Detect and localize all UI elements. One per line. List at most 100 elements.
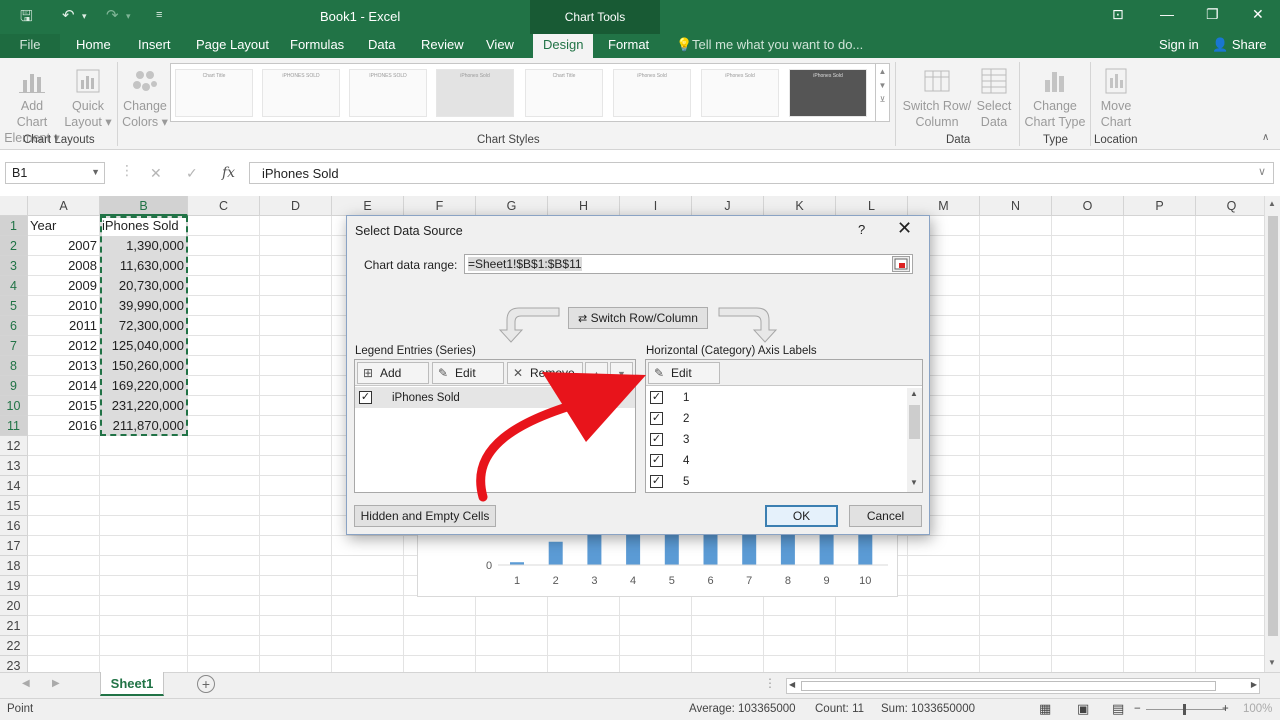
tab-insert[interactable]: Insert [138,37,171,52]
cell-b11[interactable]: 211,870,000 [100,416,187,436]
row-header-15[interactable]: 15 [0,496,28,516]
column-header-o[interactable]: O [1052,196,1124,216]
axis-item-checkbox[interactable]: ✓ [650,433,663,446]
horizontal-scroll-thumb[interactable] [801,681,1216,691]
axis-scroll-down-icon[interactable]: ▼ [910,478,918,487]
name-box-dropdown-icon[interactable]: ▼ [91,167,100,177]
column-header-d[interactable]: D [260,196,332,216]
quick-layout-button[interactable]: Quick Layout ▾ [64,66,112,130]
series-checkbox[interactable]: ✓ [359,391,372,404]
row-header-6[interactable]: 6 [0,316,28,336]
dialog-close-icon[interactable]: ✕ [897,218,912,239]
chart-bar[interactable] [819,530,834,565]
row-header-22[interactable]: 22 [0,636,28,656]
axis-item-checkbox[interactable]: ✓ [650,475,663,488]
redo-icon[interactable]: ↷ [106,6,119,24]
cell-b8[interactable]: 150,260,000 [100,356,187,376]
gallery-down-icon[interactable]: ▼ [876,81,889,90]
sheet-tab-sheet1[interactable]: Sheet1 [100,672,164,696]
row-header-21[interactable]: 21 [0,616,28,636]
row-header-3[interactable]: 3 [0,256,28,276]
chart-bar[interactable] [742,530,757,565]
column-header-h[interactable]: H [548,196,620,216]
axis-item-checkbox[interactable]: ✓ [650,391,663,404]
cancel-icon[interactable]: ✕ [150,165,162,182]
chart-style-8[interactable]: iPhones Sold [789,69,867,117]
add-series-button[interactable]: ⊞ Add [357,362,429,384]
zoom-slider[interactable] [1146,709,1226,710]
row-header-11[interactable]: 11 [0,416,28,436]
cell-a9[interactable]: 2014 [28,376,100,396]
tab-data[interactable]: Data [368,37,395,52]
axis-list-scrollbar[interactable]: ▲ ▼ [907,388,922,492]
customize-qat-icon[interactable]: ≡ [156,9,162,21]
tab-file[interactable]: File [0,34,60,58]
new-sheet-icon[interactable]: + [197,675,215,693]
tab-formulas[interactable]: Formulas [290,37,344,52]
zoom-slider-thumb[interactable] [1183,704,1186,715]
ribbon-display-options-icon[interactable]: ⊡ [1112,6,1124,23]
move-up-button[interactable]: ▲ [585,362,608,384]
cell-a11[interactable]: 2016 [28,416,100,436]
select-data-ribbon-button[interactable]: Select Data [975,66,1013,130]
row-header-14[interactable]: 14 [0,476,28,496]
axis-labels-list[interactable]: ✎ Edit ✓ 1 ✓ 2 ✓ 3 ✓ 4 ✓ 5 ▲ ▼ [645,359,923,493]
chart-bar[interactable] [780,530,795,565]
redo-dropdown-icon[interactable]: ▾ [126,11,131,22]
gallery-more-icon[interactable]: ⊻ [876,95,889,104]
cell-a1[interactable]: Year [30,216,100,236]
tab-design[interactable]: Design [533,34,594,58]
row-header-2[interactable]: 2 [0,236,28,256]
chart-bar[interactable] [703,530,718,565]
sheet-split-icon[interactable]: ⋮ [764,676,776,690]
chart-bar[interactable] [626,530,641,565]
scroll-left-icon[interactable]: ◀ [789,680,795,689]
row-header-7[interactable]: 7 [0,336,28,356]
scroll-up-icon[interactable]: ▲ [1268,199,1276,208]
chart-data-range-input[interactable]: =Sheet1!$B$1:$B$11 [464,254,913,274]
gallery-up-icon[interactable]: ▲ [876,67,889,76]
chart-bar[interactable] [548,541,563,565]
chart-style-4[interactable]: iPhones Sold [436,69,514,117]
chart-style-1[interactable]: Chart Title [175,69,253,117]
close-window-icon[interactable]: ✕ [1252,6,1264,23]
formula-input[interactable]: iPhones Sold [249,162,1274,184]
page-break-view-icon[interactable]: ▤ [1112,701,1124,717]
row-header-4[interactable]: 4 [0,276,28,296]
row-header-1[interactable]: 1 [0,216,28,236]
column-header-b[interactable]: B [100,196,188,216]
cell-b4[interactable]: 20,730,000 [100,276,187,296]
remove-series-button[interactable]: ✕ Remove [507,362,583,384]
vertical-scroll-thumb[interactable] [1268,216,1278,636]
cell-a10[interactable]: 2015 [28,396,100,416]
cell-a8[interactable]: 2013 [28,356,100,376]
zoom-level[interactable]: 100% [1243,703,1272,715]
prev-sheet-icon[interactable]: ◀ [22,678,30,689]
column-header-a[interactable]: A [28,196,100,216]
hidden-empty-cells-button[interactable]: Hidden and Empty Cells [354,505,496,527]
page-layout-view-icon[interactable]: ▣ [1077,701,1089,717]
column-header-l[interactable]: L [836,196,908,216]
tab-view[interactable]: View [486,37,514,52]
chart-style-6[interactable]: iPhones Sold [613,69,691,117]
cell-a7[interactable]: 2012 [28,336,100,356]
cell-b5[interactable]: 39,990,000 [100,296,187,316]
cell-a5[interactable]: 2010 [28,296,100,316]
tab-review[interactable]: Review [421,37,464,52]
column-header-p[interactable]: P [1124,196,1196,216]
column-header-f[interactable]: F [404,196,476,216]
restore-icon[interactable]: ❐ [1206,6,1219,23]
column-header-k[interactable]: K [764,196,836,216]
column-header-q[interactable]: Q [1196,196,1268,216]
column-header-n[interactable]: N [980,196,1052,216]
row-header-8[interactable]: 8 [0,356,28,376]
row-header-10[interactable]: 10 [0,396,28,416]
column-header-c[interactable]: C [188,196,260,216]
enter-icon[interactable]: ✓ [186,165,198,182]
row-header-5[interactable]: 5 [0,296,28,316]
column-header-m[interactable]: M [908,196,980,216]
scroll-down-icon[interactable]: ▼ [1268,658,1276,667]
chart-style-5[interactable]: Chart Title [525,69,603,117]
switch-row-column-ribbon-button[interactable]: Switch Row/ Column [899,66,975,130]
row-header-13[interactable]: 13 [0,456,28,476]
